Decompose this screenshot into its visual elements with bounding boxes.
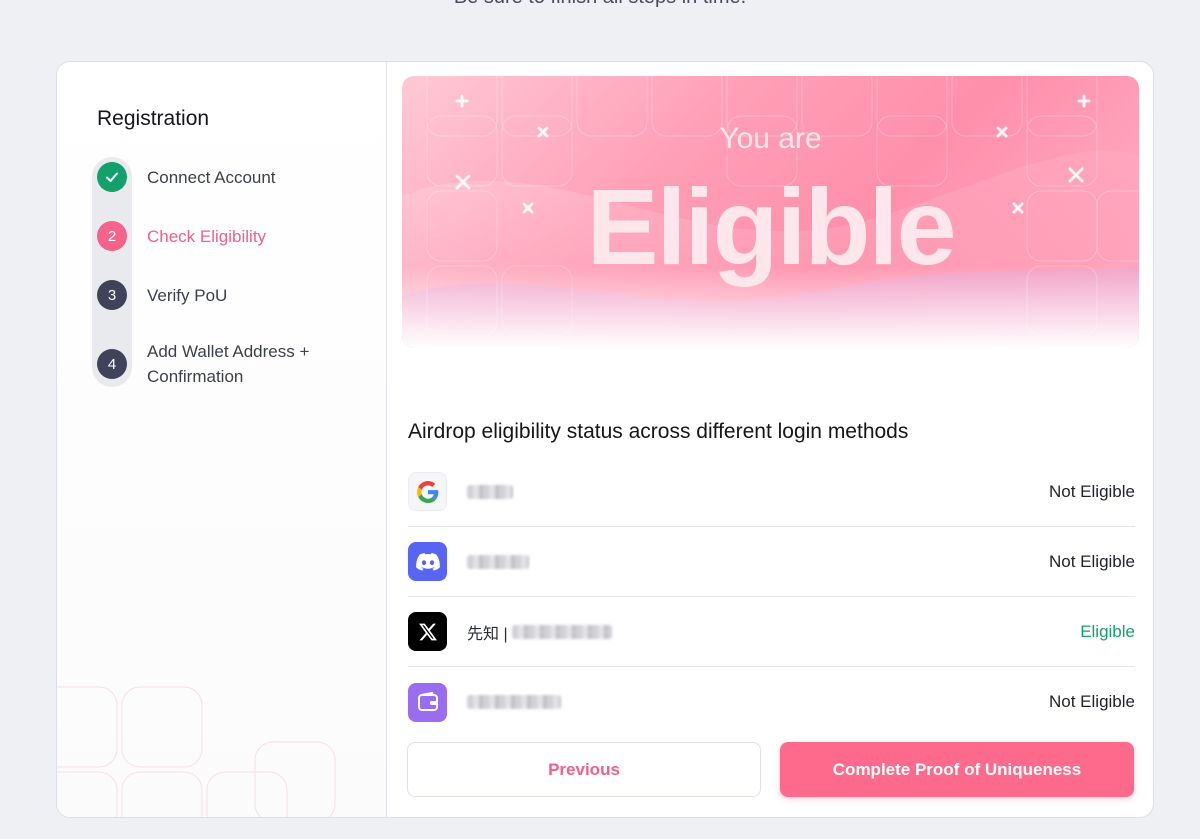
check-icon bbox=[97, 162, 127, 192]
login-row-wallet: Not Eligible bbox=[408, 667, 1135, 737]
login-row-google: Not Eligible bbox=[408, 457, 1135, 527]
eligible-banner: You are Eligible bbox=[402, 76, 1139, 348]
registration-card: Registration Connect Account 2 Check Eli… bbox=[56, 61, 1154, 818]
google-icon bbox=[408, 472, 447, 511]
eligibility-section-title: Airdrop eligibility status across differ… bbox=[408, 420, 909, 443]
redacted-name bbox=[467, 554, 529, 569]
eligibility-status: Eligible bbox=[1080, 621, 1135, 641]
step-connect-account[interactable]: Connect Account bbox=[97, 162, 276, 192]
step-label-line1: Add Wallet Address + bbox=[147, 342, 310, 361]
x-icon bbox=[408, 612, 447, 651]
step-label: Connect Account bbox=[147, 167, 276, 187]
login-row-discord: Not Eligible bbox=[408, 527, 1135, 597]
step-verify-pou[interactable]: 3 Verify PoU bbox=[97, 280, 227, 310]
eligibility-status: Not Eligible bbox=[1049, 551, 1135, 571]
login-name-text: 先知 | bbox=[467, 625, 513, 643]
eligibility-status: Not Eligible bbox=[1049, 481, 1135, 501]
step-check-eligibility[interactable]: 2 Check Eligibility bbox=[97, 221, 266, 251]
redacted-name bbox=[467, 695, 561, 709]
banner-subtitle: You are bbox=[719, 122, 822, 155]
step-number: 4 bbox=[97, 349, 127, 379]
eligibility-status: Not Eligible bbox=[1049, 692, 1135, 711]
step-label: Check Eligibility bbox=[147, 226, 267, 246]
login-name bbox=[467, 554, 1049, 569]
login-row-x: 先知 | Eligible bbox=[408, 597, 1135, 667]
step-label-line2: Confirmation bbox=[147, 367, 244, 386]
redacted-name bbox=[467, 484, 513, 499]
step-label: Verify PoU bbox=[147, 285, 228, 305]
sidebar: Registration Connect Account 2 Check Eli… bbox=[57, 62, 387, 817]
login-name: 先知 | bbox=[467, 620, 1080, 644]
previous-button[interactable]: Previous bbox=[407, 742, 761, 797]
top-hint-text: Be sure to finish all steps in time. bbox=[0, 0, 1200, 9]
decorative-pattern bbox=[57, 686, 336, 817]
step-add-wallet[interactable]: 4 Add Wallet Address + Confirmation bbox=[97, 339, 309, 389]
step-number: 2 bbox=[97, 221, 127, 251]
step-label: Add Wallet Address + Confirmation bbox=[147, 339, 309, 389]
step-number: 3 bbox=[97, 280, 127, 310]
sidebar-title: Registration bbox=[97, 107, 210, 130]
complete-pou-button[interactable]: Complete Proof of Uniqueness bbox=[780, 742, 1134, 797]
redacted-name bbox=[512, 624, 613, 639]
banner-headline: Eligible bbox=[586, 166, 956, 287]
login-name bbox=[467, 695, 1049, 709]
login-name bbox=[467, 484, 1049, 499]
discord-icon bbox=[408, 542, 447, 581]
wallet-icon bbox=[408, 682, 447, 722]
main-panel: You are Eligible Airdrop eligibility sta… bbox=[388, 62, 1153, 817]
